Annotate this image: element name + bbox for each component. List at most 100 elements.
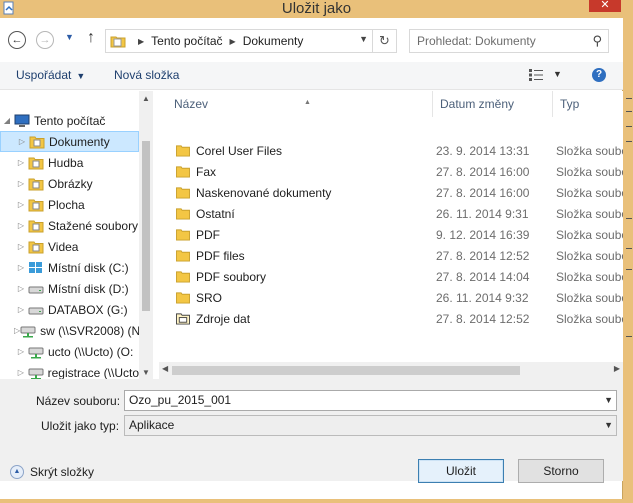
file-name-cell: Fax [175, 165, 216, 179]
tree-item[interactable]: ▷ registrace (\\Ucto [0, 362, 139, 380]
tree-expand-icon[interactable]: ▷ [14, 284, 28, 293]
scrollbar-thumb[interactable] [142, 141, 150, 311]
organize-button[interactable]: Uspořádat ▼ [16, 68, 85, 82]
list-item[interactable]: SRO 26. 11. 2014 9:32 Složka soubo [159, 287, 623, 308]
tree-item-label: Videa [48, 239, 79, 254]
tree-item[interactable]: ▷ Videa [0, 236, 139, 257]
tree-item[interactable]: ▷ Hudba [0, 152, 139, 173]
file-list[interactable]: Název ▲ Datum změny Typ Corel User Files… [159, 91, 623, 367]
recent-locations-chevron-icon[interactable]: ▼ [65, 32, 74, 42]
search-input[interactable]: Prohledat: Dokumenty ⚲ [409, 29, 609, 53]
tree-expand-icon[interactable]: ▷ [14, 263, 28, 272]
tree-expand-icon[interactable]: ▷ [14, 200, 28, 209]
back-button[interactable]: ← [8, 31, 26, 49]
scroll-down-icon[interactable]: ▼ [142, 368, 150, 377]
help-icon[interactable]: ? [592, 68, 606, 82]
save-button[interactable]: Uložit [418, 459, 504, 483]
chevron-down-icon: ▼ [76, 71, 86, 81]
filetype-label: Uložit jako typ: [41, 419, 120, 433]
new-folder-button[interactable]: Nová složka [114, 68, 179, 82]
chevron-down-icon[interactable]: ▼ [604, 391, 613, 410]
folder-icon [176, 166, 190, 178]
tree-expand-icon[interactable]: ▷ [15, 137, 29, 146]
tree-expanded-icon[interactable]: ◢ [0, 116, 14, 125]
tree-expand-icon[interactable]: ▷ [14, 221, 28, 230]
tree-item[interactable]: ▷ sw (\\SVR2008) (N [0, 320, 139, 341]
scroll-left-icon[interactable]: ◀ [162, 364, 168, 373]
list-item[interactable]: Naskenované dokumenty 27. 8. 2014 16:00 Sl… [159, 182, 623, 203]
address-bar[interactable]: ▶ Tento počítač ▶ Dokumenty ▼ ↻ [105, 29, 397, 53]
tree-item-label: Dokumenty [49, 134, 110, 149]
tree-item-label: Místní disk (C:) [48, 260, 129, 275]
file-name: PDF soubory [196, 269, 267, 284]
tree-expand-icon[interactable]: ▷ [14, 242, 28, 251]
forward-button[interactable]: → [36, 31, 54, 49]
filename-input[interactable]: Ozo_pu_2015_001 ▼ [124, 390, 617, 411]
tree-expand-icon[interactable]: ▷ [14, 158, 28, 167]
downloads-folder-icon [28, 220, 44, 232]
close-button[interactable]: ✕ [589, 0, 621, 12]
list-item[interactable]: Fax 27. 8. 2014 16:00 Složka soubo [159, 161, 623, 182]
list-item[interactable]: PDF 9. 12. 2014 16:39 Složka soubo [159, 224, 623, 245]
file-name: Ostatní [196, 206, 235, 221]
column-header-type[interactable]: Typ [553, 91, 623, 117]
breadcrumb-documents[interactable]: Dokumenty [243, 34, 304, 48]
scroll-right-icon[interactable]: ▶ [614, 364, 620, 373]
column-header-date[interactable]: Datum změny [433, 91, 553, 117]
sort-ascending-icon: ▲ [304, 99, 311, 106]
tree-expand-icon[interactable]: ▷ [14, 305, 28, 314]
list-item[interactable]: PDF soubory 27. 8. 2014 14:04 Složka soubo [159, 266, 623, 287]
breadcrumb-this-pc[interactable]: Tento počítač [151, 34, 222, 48]
column-header-name[interactable]: Název ▲ [167, 91, 433, 117]
search-icon[interactable]: ⚲ [592, 30, 602, 52]
cancel-button[interactable]: Storno [518, 459, 604, 483]
view-options-icon[interactable] [529, 69, 543, 81]
scrollbar-thumb[interactable] [172, 366, 520, 375]
view-options-chevron-icon[interactable]: ▼ [553, 69, 562, 79]
chevron-down-icon[interactable]: ▼ [604, 416, 613, 435]
tree-item[interactable]: ▷ ucto (\\Ucto) (O: [0, 341, 139, 362]
tree-item[interactable]: ▷ Obrázky [0, 173, 139, 194]
tree-item[interactable]: ▷ DATABOX (G:) [0, 299, 139, 320]
title-bar[interactable]: Uložit jako ✕ [0, 0, 633, 18]
file-date: 27. 8. 2014 16:00 [436, 164, 530, 179]
navigation-pane-scrollbar[interactable]: ▲ ▼ [139, 91, 153, 380]
list-item[interactable]: PDF files 27. 8. 2014 12:52 Složka soubo [159, 245, 623, 266]
tree-expand-icon[interactable]: ▷ [14, 347, 28, 356]
file-date: 26. 11. 2014 9:31 [436, 206, 529, 221]
file-list-horizontal-scrollbar[interactable]: ◀ ▶ [159, 362, 623, 379]
pictures-folder-icon [28, 178, 44, 190]
tree-item-this-pc[interactable]: ◢ Tento počítač [0, 110, 139, 131]
address-history-chevron-icon[interactable]: ▼ [359, 34, 368, 44]
music-folder-icon [28, 157, 44, 169]
up-one-level-icon[interactable]: ↑ [87, 29, 95, 47]
tree-item[interactable]: ▷ Stažené soubory [0, 215, 139, 236]
drive-icon [28, 307, 44, 314]
refresh-icon[interactable]: ↻ [372, 30, 396, 52]
system-drive-icon [29, 261, 42, 273]
file-name-cell: Naskenované dokumenty [175, 186, 331, 200]
tree-expand-icon[interactable]: ▷ [14, 179, 28, 188]
hide-folders-button[interactable]: ▲ Skrýt složky [10, 465, 94, 479]
folder-icon [176, 292, 190, 304]
filetype-select[interactable]: Aplikace ▼ [124, 415, 617, 436]
tree-item-label: ucto (\\Ucto) (O: [48, 344, 134, 359]
scroll-up-icon[interactable]: ▲ [142, 94, 150, 103]
list-item[interactable]: Corel User Files 23. 9. 2014 13:31 Složka … [159, 140, 623, 161]
tree-item[interactable]: ▷ Místní disk (D:) [0, 278, 139, 299]
navigation-pane[interactable]: ◢ Tento počítač ▷ Dokumenty ▷ Hudba ▷ Obrázky ▷ P… [0, 91, 139, 380]
desktop-folder-icon [28, 199, 44, 211]
command-bar: Uspořádat ▼ Nová složka ▼ ? [0, 62, 623, 90]
tree-expand-icon[interactable]: ▷ [14, 368, 28, 377]
file-name: PDF [196, 227, 220, 242]
file-name-cell: Corel User Files [175, 144, 282, 158]
tree-item[interactable]: ▷ Místní disk (C:) [0, 257, 139, 278]
tree-item[interactable]: ▷ Dokumenty [0, 131, 139, 152]
list-item[interactable]: Zdroje dat 27. 8. 2014 12:52 Složka soubo [159, 308, 623, 329]
file-name-cell: SRO [175, 291, 222, 305]
tree-item[interactable]: ▷ Plocha [0, 194, 139, 215]
tree-item-label: Stažené soubory [48, 218, 139, 233]
list-item[interactable]: Ostatní 26. 11. 2014 9:31 Složka soubo [159, 203, 623, 224]
file-name: Zdroje dat [196, 311, 251, 326]
file-date: 26. 11. 2014 9:32 [436, 290, 529, 305]
